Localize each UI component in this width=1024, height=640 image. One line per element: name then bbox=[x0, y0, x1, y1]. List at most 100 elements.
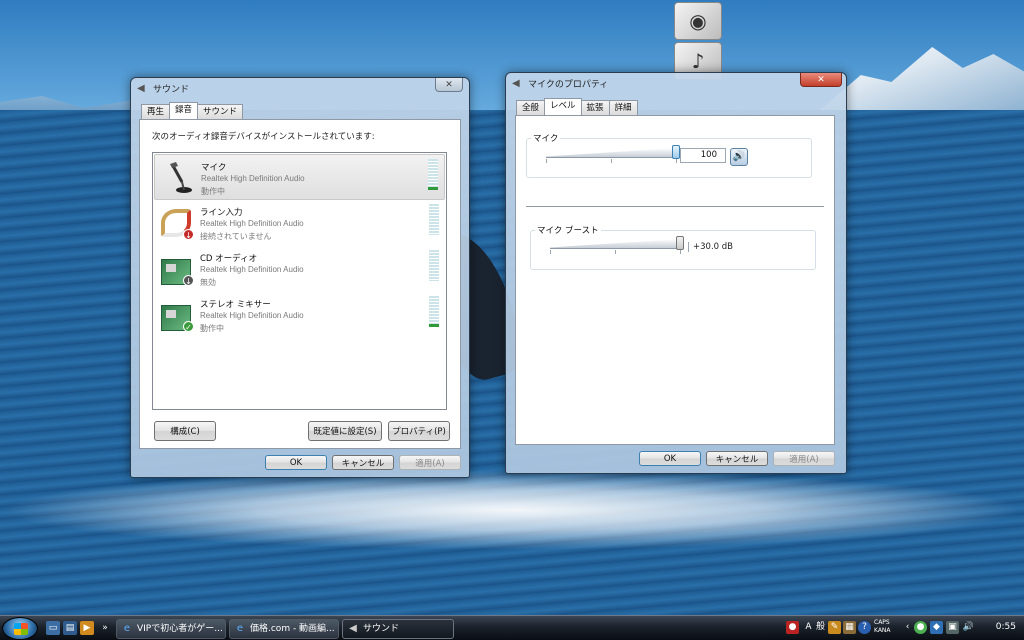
help-icon[interactable]: ? bbox=[858, 621, 871, 634]
mic-boost-value: +30.0 dB bbox=[688, 242, 733, 252]
properties-button[interactable]: プロパティ(P) bbox=[388, 421, 450, 441]
slider-tick bbox=[615, 250, 616, 254]
tab-general[interactable]: 全般 bbox=[516, 100, 546, 115]
unplugged-badge-icon: ↓ bbox=[183, 229, 194, 240]
caps-label: CAPS bbox=[874, 619, 890, 626]
speaker-cube-icon: ◉ bbox=[674, 2, 722, 40]
apply-button[interactable]: 適用(A) bbox=[773, 451, 835, 466]
mic-boost-slider[interactable] bbox=[676, 236, 684, 250]
device-status: 無効 bbox=[200, 278, 216, 287]
clock[interactable]: 0:55 bbox=[996, 622, 1016, 632]
desktop-speaker-icon[interactable]: ◉ ♪ bbox=[674, 2, 726, 80]
task-browser-2[interactable]: e 価格.com - 動画編... bbox=[229, 619, 339, 639]
ime-dictionary-icon[interactable]: ▦ bbox=[843, 621, 856, 634]
divider bbox=[526, 206, 824, 207]
level-meter-fill bbox=[429, 324, 439, 327]
line-in-cable-icon: ↓ bbox=[159, 205, 194, 241]
mic-tabs: 全般 レベル 拡張 詳細 bbox=[516, 98, 638, 115]
check-badge-icon: ✓ bbox=[183, 321, 194, 332]
set-default-button[interactable]: 既定値に設定(S) bbox=[308, 421, 382, 441]
speaker-icon: ◀ bbox=[137, 82, 145, 94]
mic-level-label: マイク bbox=[531, 132, 561, 144]
tray-expand-icon[interactable]: ‹ bbox=[901, 621, 914, 634]
levels-panel: マイク 100 🔊 マイク ブースト +30.0 dB bbox=[515, 115, 835, 445]
list-item-line-in[interactable]: ↓ ライン入力 Realtek High Definition Audio 接続… bbox=[154, 200, 445, 246]
task-label: 価格.com - 動画編... bbox=[250, 624, 335, 634]
mic-level-value[interactable]: 100 bbox=[680, 148, 726, 163]
sound-card-icon: ✓ bbox=[159, 297, 194, 333]
mic-boost-group bbox=[530, 230, 816, 270]
mic-level-group bbox=[526, 138, 812, 178]
ie-icon: e bbox=[236, 623, 244, 634]
slider-tick bbox=[546, 159, 547, 163]
slider-tick bbox=[680, 250, 681, 254]
security-icon[interactable]: ◆ bbox=[930, 621, 943, 634]
level-meter-fill bbox=[428, 187, 438, 190]
mic-properties-window: ◀ マイクのプロパティ ✕ 全般 レベル 拡張 詳細 マイク 100 🔊 マイク… bbox=[505, 72, 847, 474]
device-list[interactable]: マイク Realtek High Definition Audio 動作中 ↓ … bbox=[152, 152, 447, 410]
task-label: VIPで初心者がゲー... bbox=[137, 624, 223, 634]
show-desktop-icon[interactable]: ▭ bbox=[46, 621, 60, 635]
device-status: 動作中 bbox=[201, 187, 225, 196]
kana-label: KANA bbox=[874, 627, 891, 634]
speaker-icon: ◀ bbox=[512, 77, 520, 89]
quicklaunch-chevron-icon[interactable]: » bbox=[98, 621, 112, 635]
windows-logo-icon bbox=[14, 623, 28, 635]
level-meter bbox=[429, 296, 439, 327]
list-item-microphone[interactable]: マイク Realtek High Definition Audio 動作中 bbox=[154, 154, 445, 200]
close-button[interactable]: ✕ bbox=[800, 73, 842, 87]
tab-sounds[interactable]: サウンド bbox=[197, 104, 244, 119]
device-status: 動作中 bbox=[200, 324, 224, 333]
device-driver: Realtek High Definition Audio bbox=[200, 265, 304, 274]
device-driver: Realtek High Definition Audio bbox=[200, 219, 304, 228]
close-button[interactable]: ✕ bbox=[435, 78, 463, 92]
mic-level-slider[interactable] bbox=[672, 145, 680, 159]
level-meter bbox=[429, 250, 439, 281]
media-player-icon[interactable]: ▶ bbox=[80, 621, 94, 635]
device-status: 接続されていません bbox=[200, 232, 272, 241]
start-button[interactable] bbox=[2, 617, 38, 640]
configure-button[interactable]: 構成(C) bbox=[154, 421, 216, 441]
sound-card-icon: ↓ bbox=[159, 251, 194, 287]
switch-windows-icon[interactable]: ▤ bbox=[63, 621, 77, 635]
tab-recording[interactable]: 録音 bbox=[169, 102, 199, 119]
mute-speaker-icon[interactable]: 🔊 bbox=[730, 148, 748, 166]
cancel-button[interactable]: キャンセル bbox=[706, 451, 768, 466]
task-browser-1[interactable]: e VIPで初心者がゲー... bbox=[116, 619, 226, 639]
level-meter bbox=[429, 204, 439, 235]
microphone-icon bbox=[160, 160, 194, 196]
ok-button[interactable]: OK bbox=[639, 451, 701, 466]
mic-titlebar[interactable]: ◀ マイクのプロパティ bbox=[506, 73, 846, 93]
ime-tool-icon[interactable]: ✎ bbox=[828, 621, 841, 634]
slider-tick bbox=[611, 159, 612, 163]
tab-enhancements[interactable]: 拡張 bbox=[580, 100, 610, 115]
task-sound[interactable]: ◀ サウンド bbox=[342, 619, 454, 639]
sound-titlebar[interactable]: ◀ サウンド bbox=[131, 78, 469, 98]
messenger-icon[interactable]: ● bbox=[914, 621, 927, 634]
device-driver: Realtek High Definition Audio bbox=[200, 311, 304, 320]
ime-label-icon[interactable]: 般 bbox=[814, 621, 827, 634]
sound-window: ◀ サウンド ✕ 再生 録音 サウンド 次のオーディオ録音デバイスがインストール… bbox=[130, 77, 470, 478]
slider-tick bbox=[676, 159, 677, 163]
task-label: サウンド bbox=[363, 624, 400, 634]
device-name: ライン入力 bbox=[200, 208, 243, 218]
ie-icon: e bbox=[123, 623, 131, 634]
tab-advanced[interactable]: 詳細 bbox=[608, 100, 638, 115]
device-name: CD オーディオ bbox=[200, 254, 258, 264]
level-meter bbox=[428, 159, 438, 190]
desktop-splash bbox=[0, 470, 1024, 550]
slider-tick bbox=[550, 250, 551, 254]
disabled-badge-icon: ↓ bbox=[183, 275, 194, 286]
volume-icon[interactable]: 🔊 bbox=[962, 621, 975, 634]
cancel-button[interactable]: キャンセル bbox=[332, 455, 394, 470]
apply-button[interactable]: 適用(A) bbox=[399, 455, 461, 470]
list-item-cd-audio[interactable]: ↓ CD オーディオ Realtek High Definition Audio… bbox=[154, 246, 445, 292]
instruction-text: 次のオーディオ録音デバイスがインストールされています: bbox=[152, 132, 375, 142]
ok-button[interactable]: OK bbox=[265, 455, 327, 470]
network-icon[interactable]: ▣ bbox=[946, 621, 959, 634]
record-icon[interactable]: ● bbox=[786, 621, 799, 634]
device-name: マイク bbox=[201, 163, 227, 173]
tab-playback[interactable]: 再生 bbox=[141, 104, 171, 119]
list-item-stereo-mixer[interactable]: ✓ ステレオ ミキサー Realtek High Definition Audi… bbox=[154, 292, 445, 338]
tab-levels[interactable]: レベル bbox=[544, 98, 582, 115]
